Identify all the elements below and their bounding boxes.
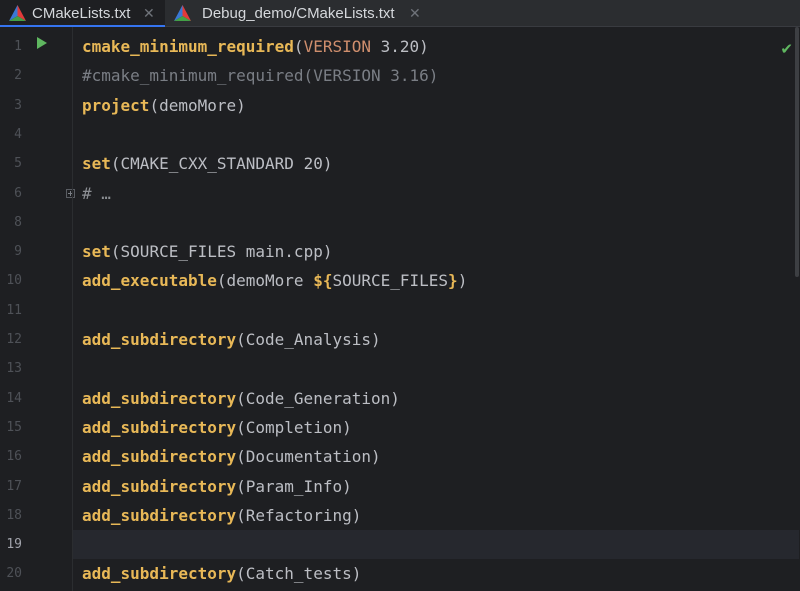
code-editor[interactable]: 1 2 3 4 5 6 8 9 10 11 12 13 14 15 16 17 18 19 20 add_subdi…	[0, 27, 800, 591]
tab-label: Debug_demo/CMakeLists.txt	[202, 5, 395, 22]
line-number[interactable]: 9	[0, 237, 22, 266]
code-token: (Completion)	[236, 417, 352, 437]
run-icon[interactable]	[37, 37, 47, 49]
close-icon[interactable]: ✕	[409, 5, 421, 22]
line-number[interactable]: 16	[0, 442, 22, 471]
code-line[interactable]: add_subdirectory(Code_Analysis)	[73, 325, 799, 354]
code-line[interactable]: add_subdirectory(Code_Generation)	[73, 384, 799, 413]
code-line[interactable]	[73, 120, 799, 149]
line-number[interactable]: 19	[0, 530, 22, 559]
code-line[interactable]: add_subdirectory(Documentation)	[73, 442, 799, 471]
code-area[interactable]: add_subdirectory(Catch_tests) add_subdire…	[72, 27, 799, 591]
cmake-icon	[174, 5, 191, 21]
code-line[interactable]: add_subdirectory(Refactoring)	[73, 501, 799, 530]
code-token: (SOURCE_FILES main.cpp)	[110, 242, 333, 262]
code-line[interactable]	[73, 530, 799, 560]
code-token: (demoMore	[216, 271, 314, 291]
tab-label: CMakeLists.txt	[32, 5, 131, 22]
code-token: add_subdirectory	[82, 388, 237, 408]
line-number[interactable]: 17	[0, 472, 22, 501]
line-number[interactable]: 1	[0, 32, 22, 61]
line-number[interactable]: 11	[0, 296, 22, 325]
code-token: VERSION	[303, 37, 371, 56]
editor-tab-bar: CMakeLists.txt ✕ Debug_demo/CMakeLists.t…	[0, 0, 800, 27]
code-token: add_subdirectory	[82, 564, 237, 584]
inspection-ok-icon[interactable]: ✔	[780, 40, 793, 58]
editor-gutter: 1 2 3 4 5 6 8 9 10 11 12 13 14 15 16 17 18 19 20	[0, 27, 75, 591]
line-number[interactable]: 2	[0, 61, 22, 90]
vertical-scrollbar[interactable]	[795, 27, 799, 277]
line-number[interactable]: 13	[0, 354, 22, 383]
code-token: (Param_Info)	[236, 476, 352, 496]
code-token: 3.20)	[371, 37, 429, 56]
code-line[interactable]: #cmake_minimum_required(VERSION 3.16)	[73, 61, 799, 90]
line-number[interactable]: 18	[0, 501, 22, 530]
code-token: add_subdirectory	[82, 505, 237, 525]
code-line[interactable]: add_subdirectory(Param_Info)	[73, 472, 799, 501]
code-token: }	[448, 271, 458, 291]
code-token: add_subdirectory	[82, 330, 237, 349]
code-line[interactable]: cmake_minimum_required(VERSION 3.20)	[73, 32, 799, 61]
code-token: project	[82, 95, 150, 115]
tab-debug-demo-cmakelists[interactable]: Debug_demo/CMakeLists.txt ✕	[165, 0, 433, 27]
code-line[interactable]: add_subdirectory(Completion)	[73, 413, 799, 442]
code-token: )	[457, 271, 468, 291]
line-number[interactable]: 15	[0, 413, 22, 442]
line-number[interactable]: 14	[0, 384, 22, 413]
code-token: (Documentation)	[236, 447, 381, 467]
line-number[interactable]: 20	[0, 559, 22, 588]
code-line[interactable]: # …	[73, 179, 799, 208]
line-number[interactable]: 8	[0, 208, 22, 237]
code-token: (Code_Analysis)	[236, 330, 381, 349]
code-line[interactable]	[73, 296, 799, 325]
line-number[interactable]: 12	[0, 325, 22, 354]
close-icon[interactable]: ✕	[143, 5, 155, 22]
code-token: ${	[313, 271, 333, 291]
ide-window: CMakeLists.txt ✕ Debug_demo/CMakeLists.t…	[0, 0, 800, 591]
code-line[interactable]: add_subdirectory(Catch_tests)	[73, 559, 799, 588]
line-number[interactable]: 10	[0, 266, 22, 295]
code-token: (Code_Generation)	[236, 388, 400, 408]
code-token: (Catch_tests)	[236, 564, 362, 584]
code-line[interactable]	[73, 208, 799, 237]
line-number[interactable]: 5	[0, 149, 22, 178]
code-line[interactable]: set(CMAKE_CXX_STANDARD 20)	[73, 149, 799, 178]
line-number[interactable]: 3	[0, 91, 22, 120]
cmake-icon	[9, 5, 26, 21]
code-token: (CMAKE_CXX_STANDARD 20)	[110, 154, 333, 174]
code-token: SOURCE_FILES	[332, 271, 449, 291]
code-line[interactable]: add_executable(demoMore ${SOURCE_FILES})	[73, 266, 799, 295]
code-token: set	[82, 154, 111, 174]
code-token: #cmake_minimum_required(VERSION 3.16)	[82, 66, 439, 86]
code-token: add_subdirectory	[82, 476, 237, 496]
tab-cmakelists[interactable]: CMakeLists.txt ✕	[0, 0, 165, 27]
code-token: (Refactoring)	[236, 505, 362, 525]
line-number[interactable]: 4	[0, 120, 22, 149]
code-token: (	[293, 37, 304, 56]
code-token: add_subdirectory	[82, 417, 237, 437]
code-token: add_subdirectory	[82, 447, 237, 467]
code-token: (demoMore)	[149, 95, 246, 115]
code-line[interactable]: set(SOURCE_FILES main.cpp)	[73, 237, 799, 266]
code-token: add_executable	[82, 271, 217, 291]
code-token: cmake_minimum_required	[82, 37, 294, 56]
folded-region[interactable]: # …	[82, 184, 111, 203]
code-line[interactable]	[73, 354, 799, 383]
line-number[interactable]: 6	[0, 179, 22, 208]
code-token: set	[82, 242, 111, 262]
code-line[interactable]: project(demoMore)	[73, 91, 799, 120]
